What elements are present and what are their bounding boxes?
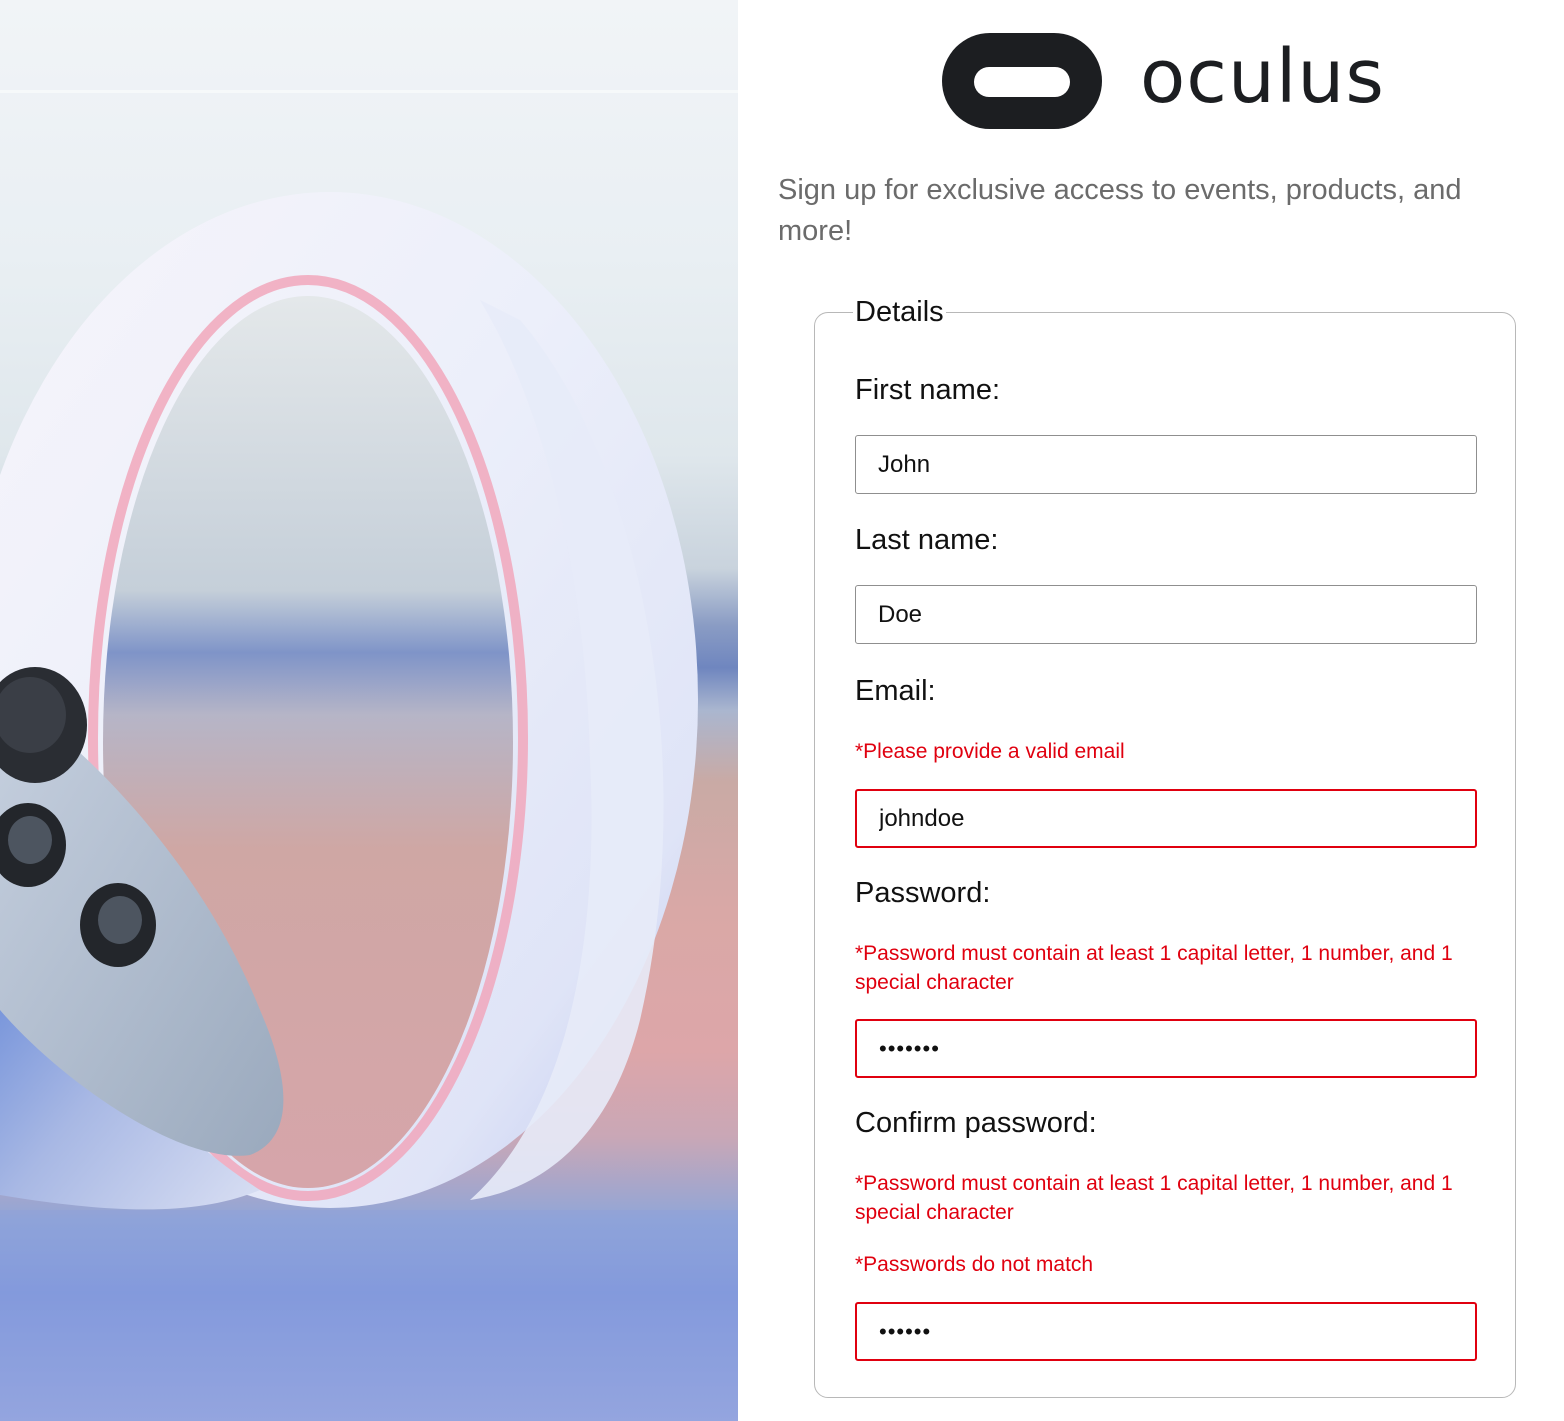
password-error-message: *Password must contain at least 1 capita… [855,942,1453,994]
password-mismatch-error: *Passwords do not match [855,1253,1094,1276]
first-name-input[interactable] [855,435,1477,494]
confirm-password-input[interactable] [855,1302,1477,1361]
password-input[interactable] [855,1019,1477,1078]
email-error-message: *Please provide a valid email [855,740,1125,763]
email-input[interactable] [855,789,1477,848]
last-name-input[interactable] [855,585,1477,644]
first-name-label: First name: [855,374,1001,406]
last-name-label: Last name: [855,524,999,556]
confirm-password-label: Confirm password: [855,1107,1097,1139]
controller-illustration [0,90,738,1421]
password-label: Password: [855,877,991,909]
brand-wordmark: oculus [1140,34,1385,120]
oculus-logo: oculus [942,33,1385,129]
signup-tagline: Sign up for exclusive access to events, … [778,174,1462,247]
hero-image [0,0,738,1421]
email-label: Email: [855,675,936,707]
signup-page: oculus Sign up for exclusive access to e… [0,0,1564,1421]
confirm-password-error-message: *Password must contain at least 1 capita… [855,1172,1453,1224]
oculus-logo-icon [942,33,1102,129]
details-legend: Details [855,296,944,328]
